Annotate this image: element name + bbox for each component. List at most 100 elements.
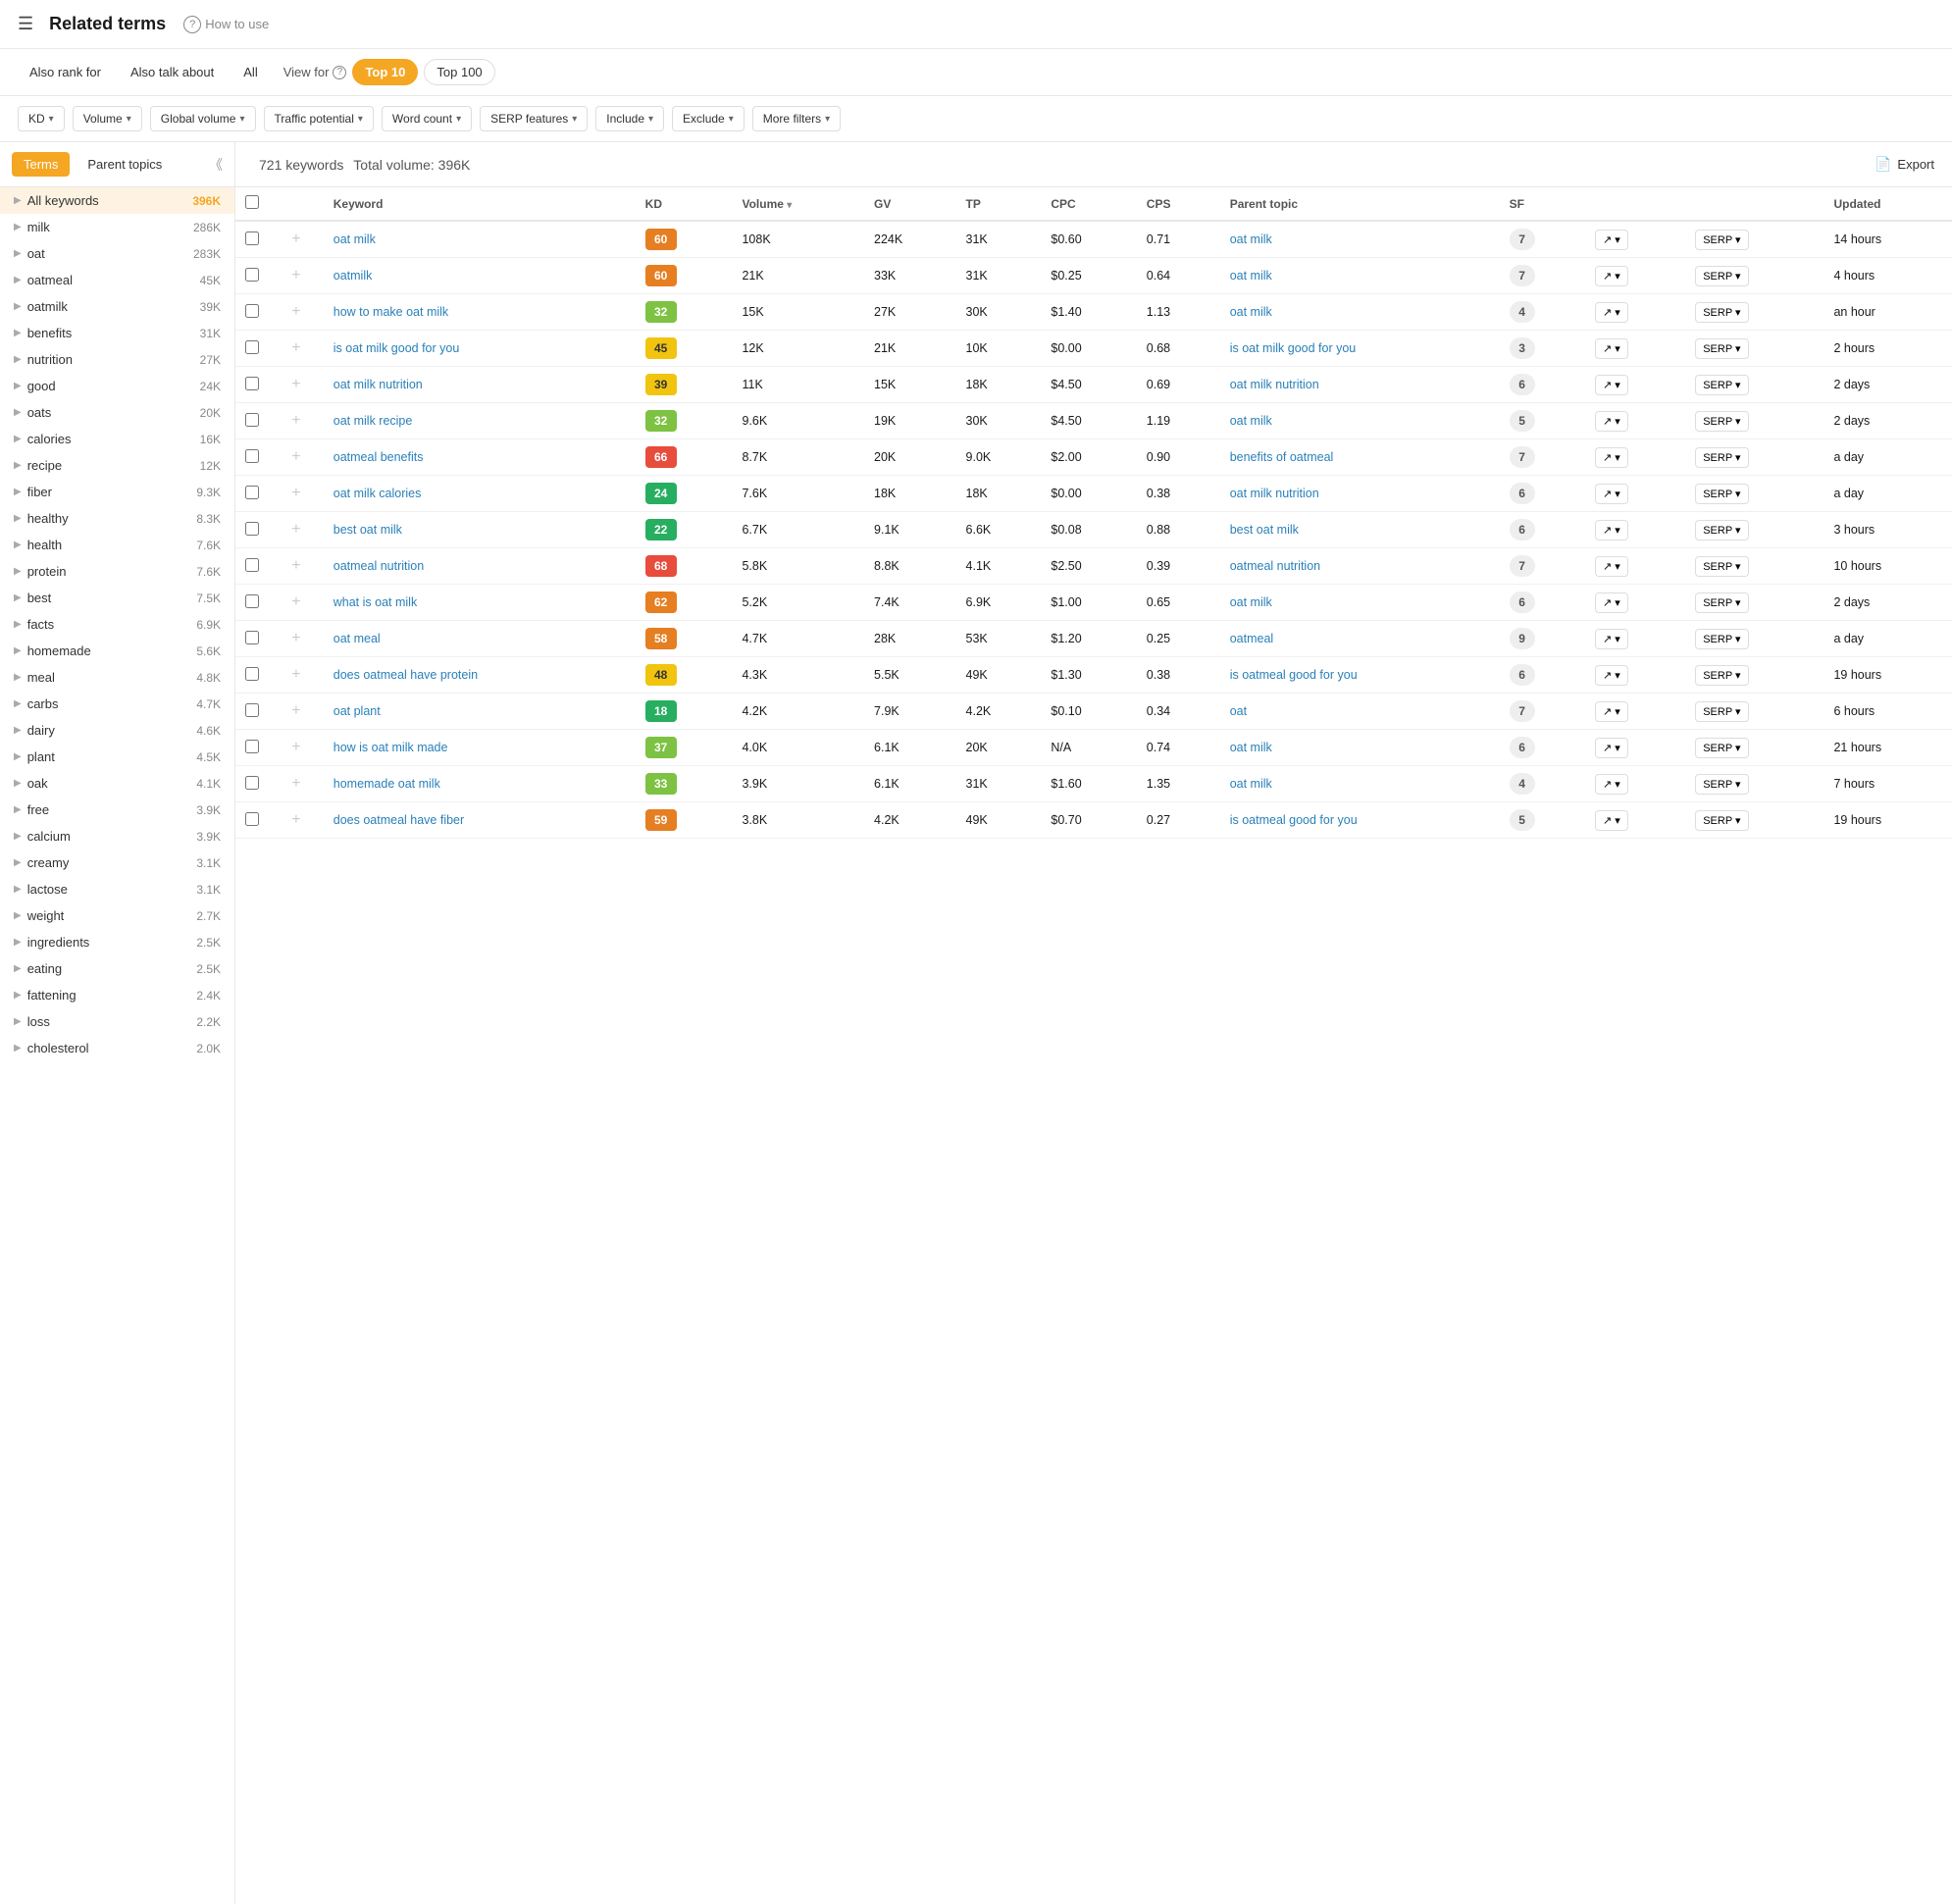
serp-button[interactable]: SERP ▾: [1695, 556, 1748, 577]
row-parent-topic[interactable]: oatmeal nutrition: [1220, 548, 1500, 585]
row-checkbox-cell[interactable]: [235, 548, 269, 585]
row-serp[interactable]: SERP ▾: [1685, 548, 1824, 585]
row-serp[interactable]: SERP ▾: [1685, 657, 1824, 694]
row-checkbox-cell[interactable]: [235, 476, 269, 512]
row-add-btn[interactable]: +: [269, 439, 324, 476]
row-trend[interactable]: ↗ ▾: [1585, 367, 1685, 403]
row-parent-topic[interactable]: oat: [1220, 694, 1500, 730]
col-header-cpc[interactable]: CPC: [1041, 187, 1136, 221]
trend-button[interactable]: ↗ ▾: [1595, 375, 1628, 395]
row-checkbox-cell[interactable]: [235, 439, 269, 476]
row-trend[interactable]: ↗ ▾: [1585, 403, 1685, 439]
row-serp[interactable]: SERP ▾: [1685, 403, 1824, 439]
serp-button[interactable]: SERP ▾: [1695, 447, 1748, 468]
row-checkbox[interactable]: [245, 340, 259, 354]
keyword-link[interactable]: oatmeal benefits: [334, 449, 424, 465]
parent-topic-link[interactable]: is oatmeal good for you: [1230, 812, 1358, 828]
col-header-updated[interactable]: Updated: [1824, 187, 1952, 221]
sidebar-item[interactable]: ▶ oatmilk 39K: [0, 293, 234, 320]
row-keyword[interactable]: how to make oat milk: [324, 294, 636, 331]
row-keyword[interactable]: oatmilk: [324, 258, 636, 294]
sidebar-item[interactable]: ▶ free 3.9K: [0, 797, 234, 823]
row-add-btn[interactable]: +: [269, 403, 324, 439]
row-parent-topic[interactable]: benefits of oatmeal: [1220, 439, 1500, 476]
parent-topic-link[interactable]: oatmeal: [1230, 631, 1273, 646]
export-btn[interactable]: 📄 Export: [1875, 156, 1934, 173]
sidebar-item[interactable]: ▶ fattening 2.4K: [0, 982, 234, 1008]
row-checkbox[interactable]: [245, 304, 259, 318]
sidebar-item[interactable]: ▶ dairy 4.6K: [0, 717, 234, 744]
row-checkbox[interactable]: [245, 812, 259, 826]
row-add-btn[interactable]: +: [269, 294, 324, 331]
collapse-btn[interactable]: 《: [209, 155, 223, 175]
row-serp[interactable]: SERP ▾: [1685, 621, 1824, 657]
row-checkbox-cell[interactable]: [235, 512, 269, 548]
keyword-link[interactable]: does oatmeal have fiber: [334, 812, 464, 828]
serp-button[interactable]: SERP ▾: [1695, 665, 1748, 686]
row-trend[interactable]: ↗ ▾: [1585, 694, 1685, 730]
sidebar-item[interactable]: ▶ eating 2.5K: [0, 955, 234, 982]
trend-button[interactable]: ↗ ▾: [1595, 338, 1628, 359]
row-add-btn[interactable]: +: [269, 585, 324, 621]
serp-button[interactable]: SERP ▾: [1695, 592, 1748, 613]
row-checkbox[interactable]: [245, 703, 259, 717]
row-checkbox-cell[interactable]: [235, 766, 269, 802]
row-checkbox[interactable]: [245, 486, 259, 499]
sidebar-item[interactable]: ▶ good 24K: [0, 373, 234, 399]
serp-button[interactable]: SERP ▾: [1695, 810, 1748, 831]
row-keyword[interactable]: oatmeal nutrition: [324, 548, 636, 585]
help-link[interactable]: How to use: [183, 16, 269, 33]
trend-button[interactable]: ↗ ▾: [1595, 302, 1628, 323]
keyword-link[interactable]: is oat milk good for you: [334, 340, 460, 356]
sidebar-item[interactable]: ▶ calories 16K: [0, 426, 234, 452]
serp-button[interactable]: SERP ▾: [1695, 375, 1748, 395]
row-checkbox-cell[interactable]: [235, 585, 269, 621]
filter-global-volume[interactable]: Global volume ▾: [150, 106, 256, 131]
row-checkbox-cell[interactable]: [235, 694, 269, 730]
parent-topic-link[interactable]: is oatmeal good for you: [1230, 667, 1358, 683]
row-add-btn[interactable]: +: [269, 766, 324, 802]
sidebar-item[interactable]: ▶ milk 286K: [0, 214, 234, 240]
col-header-volume[interactable]: Volume ▾: [732, 187, 864, 221]
sidebar-item[interactable]: ▶ cholesterol 2.0K: [0, 1035, 234, 1061]
row-checkbox-cell[interactable]: [235, 258, 269, 294]
sidebar-item[interactable]: ▶ nutrition 27K: [0, 346, 234, 373]
row-parent-topic[interactable]: oat milk: [1220, 258, 1500, 294]
row-serp[interactable]: SERP ▾: [1685, 367, 1824, 403]
serp-button[interactable]: SERP ▾: [1695, 338, 1748, 359]
tab-terms[interactable]: Terms: [12, 152, 70, 177]
parent-topic-link[interactable]: oat milk nutrition: [1230, 377, 1319, 392]
row-keyword[interactable]: is oat milk good for you: [324, 331, 636, 367]
serp-button[interactable]: SERP ▾: [1695, 701, 1748, 722]
col-header-tp[interactable]: TP: [956, 187, 1042, 221]
col-header-keyword[interactable]: Keyword: [324, 187, 636, 221]
row-add-btn[interactable]: +: [269, 657, 324, 694]
row-checkbox-cell[interactable]: [235, 730, 269, 766]
row-add-btn[interactable]: +: [269, 512, 324, 548]
row-serp[interactable]: SERP ▾: [1685, 730, 1824, 766]
parent-topic-link[interactable]: oat milk: [1230, 776, 1272, 792]
row-checkbox-cell[interactable]: [235, 367, 269, 403]
row-trend[interactable]: ↗ ▾: [1585, 512, 1685, 548]
sidebar-item[interactable]: ▶ health 7.6K: [0, 532, 234, 558]
keyword-link[interactable]: best oat milk: [334, 522, 402, 538]
row-keyword[interactable]: oat milk: [324, 221, 636, 258]
serp-button[interactable]: SERP ▾: [1695, 629, 1748, 649]
sidebar-item[interactable]: ▶ benefits 31K: [0, 320, 234, 346]
row-checkbox-cell[interactable]: [235, 294, 269, 331]
row-trend[interactable]: ↗ ▾: [1585, 294, 1685, 331]
sidebar-item[interactable]: ▶ calcium 3.9K: [0, 823, 234, 849]
trend-button[interactable]: ↗ ▾: [1595, 520, 1628, 540]
col-header-gv[interactable]: GV: [864, 187, 955, 221]
row-add-btn[interactable]: +: [269, 694, 324, 730]
row-checkbox-cell[interactable]: [235, 802, 269, 839]
row-checkbox-cell[interactable]: [235, 403, 269, 439]
sidebar-item[interactable]: ▶ fiber 9.3K: [0, 479, 234, 505]
menu-icon[interactable]: ☰: [18, 14, 33, 34]
trend-button[interactable]: ↗ ▾: [1595, 665, 1628, 686]
row-checkbox-cell[interactable]: [235, 657, 269, 694]
parent-topic-link[interactable]: oat milk: [1230, 304, 1272, 320]
parent-topic-link[interactable]: oat: [1230, 703, 1247, 719]
serp-button[interactable]: SERP ▾: [1695, 411, 1748, 432]
row-serp[interactable]: SERP ▾: [1685, 766, 1824, 802]
